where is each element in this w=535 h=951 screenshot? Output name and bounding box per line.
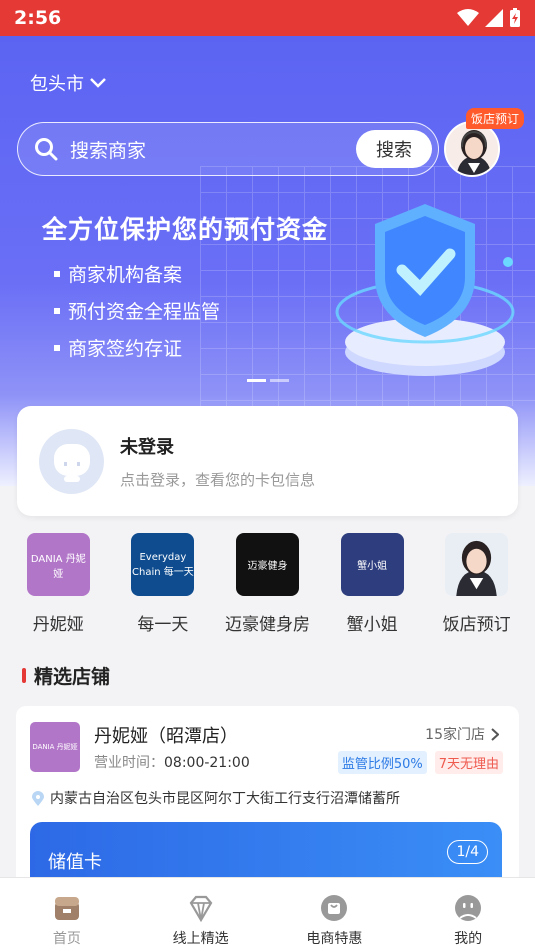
tab-label: 首页 (52, 931, 81, 947)
store-address-text: 内蒙古自治区包头市昆区阿尔丁大街工行支行沼潭储蓄所 (50, 791, 400, 807)
store-name: 丹妮娅（昭潭店） (94, 726, 238, 747)
chevron-right-icon (491, 727, 499, 741)
quick-link-label: 丹妮娅 (32, 615, 84, 635)
store-tags: 监管比例50% 7天无理由 (337, 751, 503, 774)
city-label: 包头市 (30, 74, 84, 95)
bottom-tab-bar: 首页 线上精选 电商特惠 我的 (0, 877, 535, 951)
supervision-tag: 监管比例50% (337, 751, 427, 774)
banner-bullet: 商家机构备案 (54, 255, 220, 292)
signal-icon (485, 9, 503, 27)
city-selector[interactable]: 包头市 (30, 70, 106, 96)
store-count-link[interactable]: 15家门店 (425, 724, 499, 744)
user-placeholder-avatar (39, 428, 104, 494)
shield-illustration-icon (335, 204, 515, 376)
quick-link-dania[interactable]: DANIA 丹妮娅 丹妮娅 (8, 533, 108, 635)
banner-pagination (247, 379, 289, 382)
section-featured-stores: 精选店铺 (22, 662, 110, 689)
search-button[interactable]: 搜索 (356, 130, 432, 168)
maihao-gym-logo: 迈豪健身 (235, 533, 299, 596)
wifi-icon (457, 9, 479, 26)
restaurant-booking-logo (445, 533, 509, 596)
home-shop-icon (54, 897, 79, 920)
customer-service-avatar-icon (456, 540, 497, 596)
stored-value-card-label: 储值卡 (48, 852, 102, 873)
refund-tag: 7天无理由 (434, 751, 503, 774)
chevron-down-icon (90, 78, 106, 88)
miss-crab-logo: 蟹小姐 (340, 533, 404, 596)
quick-link-restaurant-booking[interactable]: 饭店预订 (427, 533, 527, 635)
tab-ecommerce-deals[interactable]: 电商特惠 (274, 878, 394, 951)
store-address: 内蒙古自治区包头市昆区阿尔丁大街工行支行沼潭储蓄所 (32, 788, 400, 808)
tab-label: 线上精选 (172, 931, 229, 947)
store-hours-value: 08:00-21:00 (164, 755, 250, 771)
store-logo: DANIA 丹妮娅 (30, 722, 80, 772)
banner-bullet: 商家签约存证 (54, 329, 220, 366)
login-title: 未登录 (120, 436, 174, 458)
dania-logo: DANIA 丹妮娅 (26, 533, 90, 596)
tab-label: 我的 (454, 931, 483, 947)
service-avatar[interactable] (444, 121, 500, 177)
shopping-bag-icon (321, 895, 348, 921)
quick-link-label: 每一天 (137, 615, 189, 635)
card-pager: 1/4 (447, 840, 488, 864)
section-accent-bar (22, 668, 26, 683)
everyday-logo: Everyday Chain 每一天 (131, 533, 195, 596)
banner-bullet-list: 商家机构备案 预付资金全程监管 商家签约存证 (54, 255, 220, 366)
search-icon (35, 138, 58, 161)
quick-link-label: 蟹小姐 (346, 615, 398, 635)
quick-link-maihao-gym[interactable]: 迈豪健身 迈豪健身房 (217, 533, 317, 635)
tab-label: 电商特惠 (306, 931, 363, 947)
quick-link-label: 饭店预订 (442, 615, 511, 635)
login-subtitle: 点击登录，查看您的卡包信息 (120, 470, 316, 489)
store-hours: 营业时间：08:00-21:00 (94, 752, 250, 772)
restaurant-booking-tag: 饭店预订 (466, 108, 525, 129)
banner-title: 全方位保护您的预付资金 (42, 215, 329, 244)
store-count: 15家门店 (425, 727, 485, 743)
login-card[interactable]: 未登录 点击登录，查看您的卡包信息 (17, 406, 518, 516)
tab-online-picks[interactable]: 线上精选 (141, 878, 261, 951)
section-title: 精选店铺 (34, 666, 111, 688)
tab-home[interactable]: 首页 (7, 878, 127, 951)
battery-icon (510, 8, 520, 27)
tab-mine[interactable]: 我的 (408, 878, 528, 951)
store-hours-label: 营业时间： (94, 755, 164, 771)
status-icons (457, 8, 521, 28)
user-avatar-icon (53, 444, 90, 482)
search-bar[interactable]: 搜索商家 搜索 (17, 122, 439, 176)
banner-bullet: 预付资金全程监管 (54, 292, 220, 329)
quick-link-miss-crab[interactable]: 蟹小姐 蟹小姐 (322, 533, 422, 635)
location-pin-icon (32, 790, 44, 806)
diamond-icon (189, 895, 212, 922)
quick-link-everyday[interactable]: Everyday Chain 每一天 每一天 (113, 533, 213, 635)
quick-links: DANIA 丹妮娅 丹妮娅 Everyday Chain 每一天 每一天 迈豪健… (0, 533, 535, 635)
quick-link-label: 迈豪健身房 (224, 615, 310, 635)
search-input[interactable]: 搜索商家 (70, 136, 356, 163)
user-profile-icon (455, 895, 482, 921)
status-bar: 2:56 (0, 0, 535, 36)
status-time: 2:56 (14, 7, 62, 29)
store-card[interactable]: DANIA 丹妮娅 丹妮娅（昭潭店） 营业时间：08:00-21:00 15家门… (16, 706, 519, 892)
